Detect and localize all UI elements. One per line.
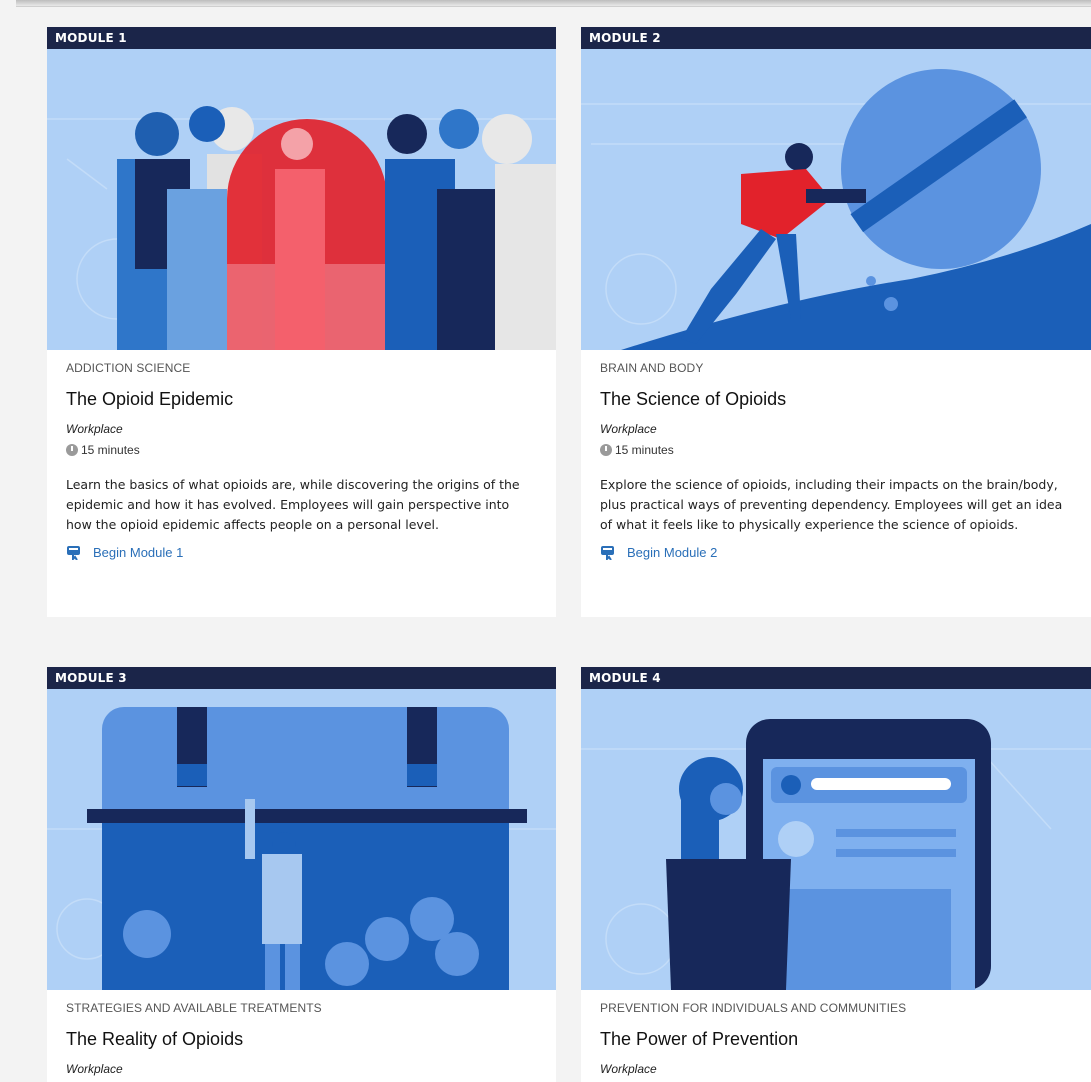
module-duration: 15 minutes bbox=[66, 443, 537, 457]
begin-link-text[interactable]: Begin Module 1 bbox=[93, 545, 183, 560]
duration-text: 15 minutes bbox=[81, 443, 140, 457]
begin-module-1-link[interactable]: Begin Module 1 bbox=[66, 545, 537, 560]
module-audience: Workplace bbox=[66, 422, 123, 436]
module-illustration bbox=[47, 49, 556, 350]
module-audience: Workplace bbox=[600, 422, 657, 436]
module-card-2[interactable]: MODULE 2 BRAIN AND BODY The Science of O… bbox=[581, 27, 1091, 617]
clock-icon bbox=[600, 444, 612, 456]
module-description: Explore the science of opioids, includin… bbox=[600, 477, 1063, 532]
module-title: The Reality of Opioids bbox=[66, 1029, 244, 1049]
module-title: The Power of Prevention bbox=[600, 1029, 799, 1049]
module-card-1[interactable]: MODULE 1 ADDICTION SCIENCE The Opioid Ep… bbox=[47, 27, 556, 617]
module-audience: Workplace bbox=[600, 1062, 657, 1076]
module-category: BRAIN AND BODY bbox=[600, 361, 704, 375]
module-illustration bbox=[581, 49, 1091, 350]
module-label: MODULE 2 bbox=[581, 27, 1091, 49]
begin-link-text[interactable]: Begin Module 2 bbox=[627, 545, 717, 560]
module-description: Learn the basics of what opioids are, wh… bbox=[66, 477, 520, 532]
module-label: MODULE 1 bbox=[47, 27, 556, 49]
page-top-border bbox=[16, 0, 1091, 7]
module-label: MODULE 4 bbox=[581, 667, 1091, 689]
module-title: The Opioid Epidemic bbox=[66, 389, 234, 409]
module-audience: Workplace bbox=[66, 1062, 123, 1076]
begin-module-2-link[interactable]: Begin Module 2 bbox=[600, 545, 1072, 560]
clock-icon bbox=[66, 444, 78, 456]
duration-text: 15 minutes bbox=[615, 443, 674, 457]
module-card-3[interactable]: MODULE 3 STRATEGIES AND AVAILABLE TREATM… bbox=[47, 667, 556, 1082]
module-category: ADDICTION SCIENCE bbox=[66, 361, 191, 375]
module-card-4[interactable]: MODULE 4 PREVENTION FOR INDIVIDUALS AND … bbox=[581, 667, 1091, 1082]
module-illustration bbox=[581, 689, 1091, 990]
module-launch-icon bbox=[601, 546, 614, 560]
module-category: PREVENTION FOR INDIVIDUALS AND COMMUNITI… bbox=[600, 1001, 907, 1015]
module-label: MODULE 3 bbox=[47, 667, 556, 689]
module-illustration bbox=[47, 689, 556, 990]
module-duration: 15 minutes bbox=[600, 443, 1072, 457]
module-launch-icon bbox=[67, 546, 80, 560]
module-title: The Science of Opioids bbox=[600, 389, 787, 409]
module-category: STRATEGIES AND AVAILABLE TREATMENTS bbox=[66, 1001, 322, 1015]
